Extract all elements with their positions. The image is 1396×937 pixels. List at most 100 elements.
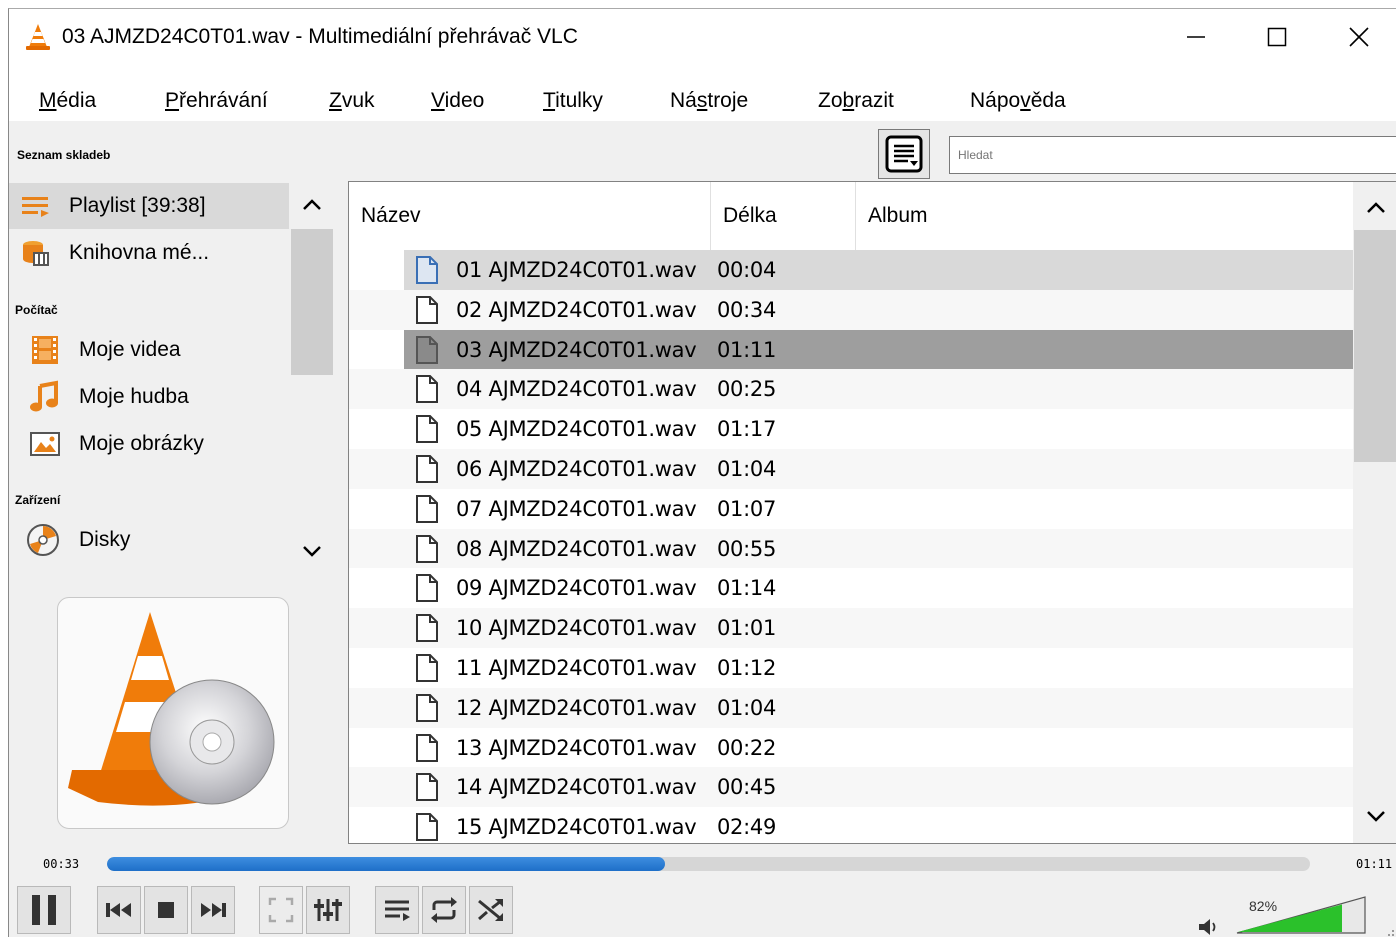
row-indent: [349, 568, 404, 608]
column-header-album[interactable]: Album: [856, 182, 1353, 250]
window-title: 03 AJMZD24C0T01.wav - Multimediální přeh…: [62, 25, 578, 48]
playlist-header: Název Délka Album: [349, 182, 1353, 250]
track-title: 02 AJMZD24C0T01.wav: [456, 297, 697, 322]
chevron-down-icon: [303, 546, 321, 557]
close-icon: [1349, 27, 1369, 47]
album-art: [57, 597, 289, 829]
table-row[interactable]: 13 AJMZD24C0T01.wav 00:22: [349, 728, 1353, 768]
sidebar-scrollbar[interactable]: [290, 183, 334, 575]
sidebar-item-pictures[interactable]: Moje obrázky: [9, 421, 289, 467]
track-duration: 00:34: [717, 297, 777, 322]
row-indent: [349, 528, 404, 569]
table-row[interactable]: 15 AJMZD24C0T01.wav 02:49: [349, 807, 1353, 843]
playlist-icon: [22, 197, 49, 217]
track-title: 12 AJMZD24C0T01.wav: [456, 695, 697, 720]
sidebar-item-playlist[interactable]: Playlist [39:38]: [9, 183, 289, 229]
stop-icon: [158, 902, 174, 918]
scroll-thumb[interactable]: [291, 229, 333, 375]
playlist-scrollbar[interactable]: [1353, 182, 1396, 843]
section-devices: Zařízení: [15, 493, 61, 507]
scroll-up-button[interactable]: [290, 183, 334, 227]
close-button[interactable]: [1327, 9, 1391, 65]
title-bar[interactable]: 03 AJMZD24C0T01.wav - Multimediální přeh…: [9, 9, 1396, 65]
repeat-icon: [431, 897, 457, 923]
pause-button[interactable]: [17, 886, 71, 934]
sidebar: Playlist [39:38] Knihovna mé... Počítač: [9, 183, 289, 573]
file-icon: [416, 415, 438, 444]
disc-icon: [27, 524, 59, 556]
table-row[interactable]: 09 AJMZD24C0T01.wav 01:14: [349, 568, 1353, 608]
menu-audio[interactable]: Zvuk: [329, 89, 375, 113]
track-duration: 01:04: [717, 456, 777, 481]
maximize-button[interactable]: [1245, 9, 1309, 65]
track-title: 07 AJMZD24C0T01.wav: [456, 496, 697, 521]
scroll-down-button[interactable]: [1353, 794, 1396, 838]
table-row[interactable]: 05 AJMZD24C0T01.wav 01:17: [349, 409, 1353, 449]
sidebar-item-label: Playlist [39:38]: [69, 194, 206, 217]
track-duration: 00:55: [717, 536, 777, 561]
previous-button[interactable]: [97, 886, 141, 934]
table-row[interactable]: 08 AJMZD24C0T01.wav 00:55: [349, 528, 1353, 569]
loop-button[interactable]: [422, 886, 466, 934]
table-row[interactable]: 14 AJMZD24C0T01.wav 00:45: [349, 767, 1353, 808]
scroll-up-button[interactable]: [1353, 186, 1396, 230]
speaker-icon[interactable]: [1197, 916, 1219, 937]
toggle-playlist-button[interactable]: [375, 886, 419, 934]
file-icon: [416, 574, 438, 603]
menu-playback[interactable]: Přehrávání: [165, 89, 268, 113]
seek-bar[interactable]: [107, 857, 1310, 871]
sidebar-item-music[interactable]: Moje hudba: [9, 374, 289, 420]
column-header-title[interactable]: Název: [349, 182, 711, 250]
file-icon: [416, 813, 438, 842]
table-row[interactable]: 02 AJMZD24C0T01.wav 00:34: [349, 289, 1353, 330]
row-indent: [349, 329, 404, 370]
table-row[interactable]: 01 AJMZD24C0T01.wav 00:04: [349, 250, 1353, 290]
sidebar-item-label: Disky: [79, 528, 131, 551]
file-icon: [416, 335, 438, 364]
menu-video[interactable]: Video: [431, 89, 484, 113]
track-duration: 01:17: [717, 417, 777, 442]
row-indent: [349, 250, 404, 290]
menu-subtitles[interactable]: Titulky: [543, 89, 603, 113]
minimize-button[interactable]: [1164, 9, 1228, 65]
table-row[interactable]: 06 AJMZD24C0T01.wav 01:04: [349, 448, 1353, 489]
menu-media[interactable]: Média: [39, 89, 96, 113]
track-title: 08 AJMZD24C0T01.wav: [456, 536, 697, 561]
skip-next-icon: [201, 903, 226, 917]
table-row[interactable]: 04 AJMZD24C0T01.wav 00:25: [349, 369, 1353, 410]
next-button[interactable]: [191, 886, 235, 934]
volume-percent: 82%: [1249, 898, 1278, 914]
menu-bar: Média Přehrávání Zvuk Video Titulky Nást…: [9, 65, 1396, 121]
table-row[interactable]: 07 AJMZD24C0T01.wav 01:07: [349, 489, 1353, 529]
resize-grip-icon[interactable]: [1385, 924, 1396, 937]
shuffle-button[interactable]: [469, 886, 513, 934]
row-indent: [349, 648, 404, 688]
search-input[interactable]: [950, 137, 1396, 173]
menu-tools[interactable]: Nástroje: [670, 89, 748, 113]
table-row[interactable]: 12 AJMZD24C0T01.wav 01:04: [349, 687, 1353, 728]
table-row[interactable]: 03 AJMZD24C0T01.wav 01:11: [349, 329, 1353, 370]
shuffle-icon: [478, 899, 503, 921]
track-title: 15 AJMZD24C0T01.wav: [456, 815, 697, 840]
chevron-up-icon: [1366, 202, 1385, 213]
table-row[interactable]: 11 AJMZD24C0T01.wav 01:12: [349, 648, 1353, 688]
sidebar-item-discs[interactable]: Disky: [9, 517, 289, 563]
vlc-cone-disc-icon: [68, 612, 275, 806]
table-row[interactable]: 10 AJMZD24C0T01.wav 01:01: [349, 608, 1353, 648]
column-header-duration[interactable]: Délka: [711, 182, 856, 250]
track-title: 01 AJMZD24C0T01.wav: [456, 258, 697, 282]
sidebar-item-library[interactable]: Knihovna mé...: [9, 230, 289, 276]
extended-settings-button[interactable]: [306, 886, 350, 934]
menu-view[interactable]: Zobrazit: [818, 89, 894, 113]
scroll-down-button[interactable]: [290, 529, 334, 573]
playlist-section-label: Seznam skladeb: [17, 148, 111, 162]
scroll-thumb[interactable]: [1354, 230, 1396, 462]
stop-button[interactable]: [144, 886, 188, 934]
sidebar-item-videos[interactable]: Moje videa: [9, 327, 289, 373]
vlc-window: 03 AJMZD24C0T01.wav - Multimediální přeh…: [8, 8, 1396, 937]
menu-help[interactable]: Nápověda: [970, 89, 1066, 113]
fullscreen-button[interactable]: [259, 886, 303, 934]
playlist-view-button[interactable]: [878, 129, 930, 179]
row-indent: [349, 369, 404, 410]
search-field[interactable]: [949, 136, 1396, 174]
